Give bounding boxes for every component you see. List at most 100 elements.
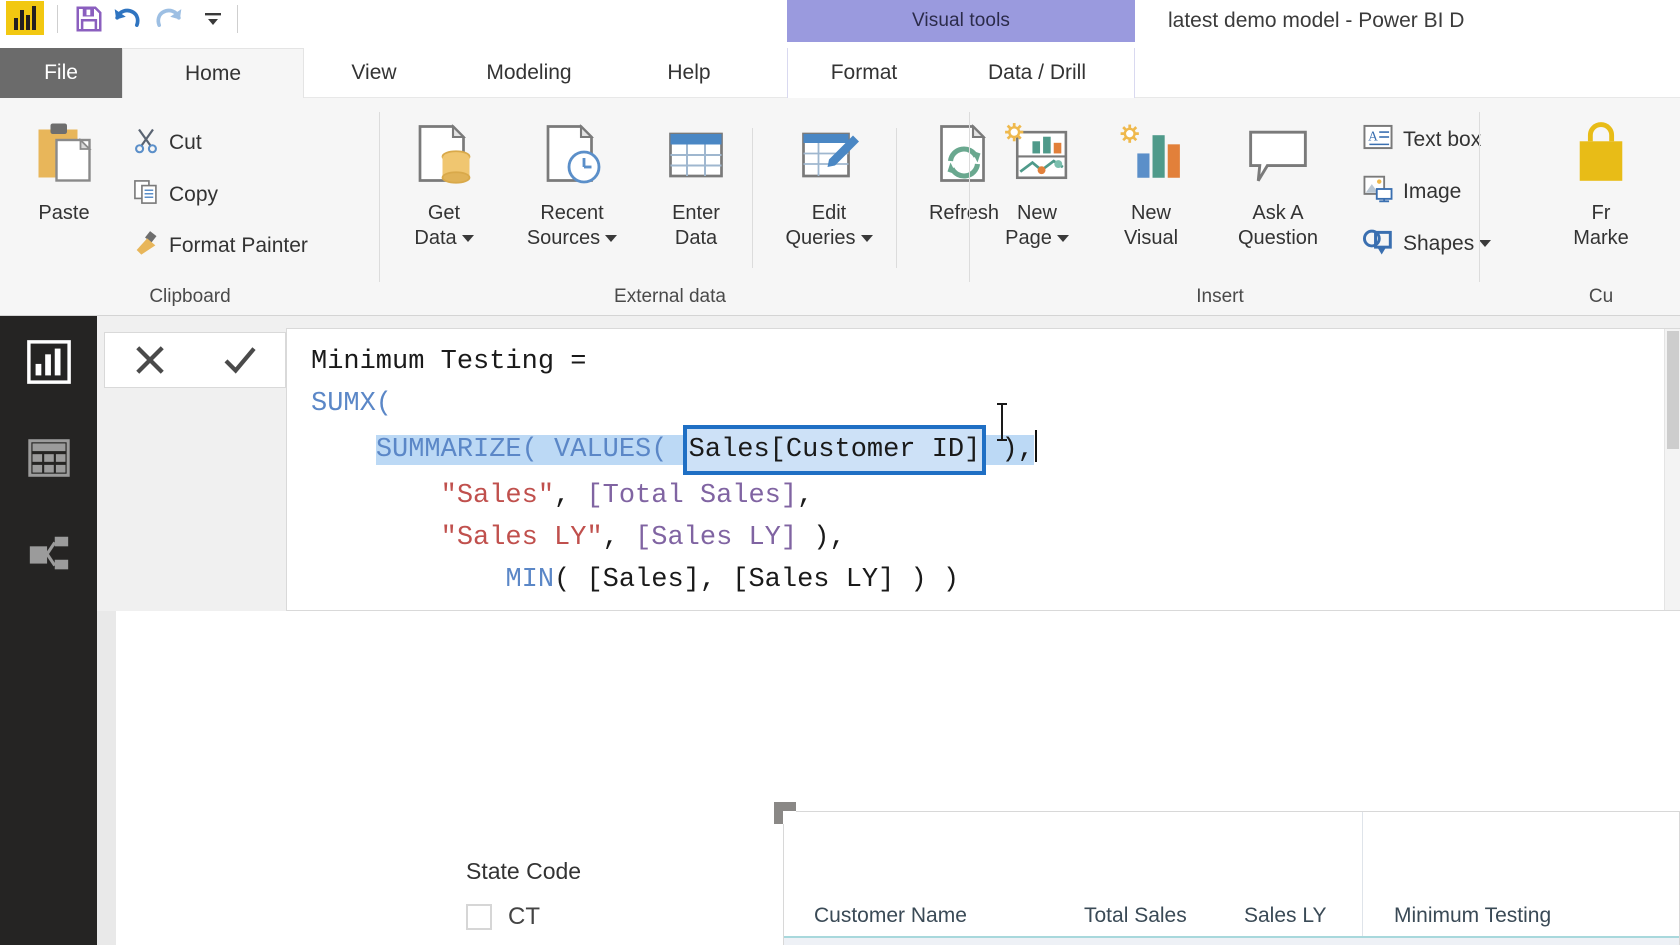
- new-page-label-2: Page: [1005, 226, 1069, 251]
- get-data-button[interactable]: Get Data: [390, 120, 498, 251]
- ribbon-group-custom-visuals: Fr Marke Cu: [1480, 98, 1680, 316]
- tab-modeling[interactable]: Modeling: [444, 48, 614, 98]
- formula-editor-scrollbar[interactable]: [1664, 329, 1680, 610]
- dax-measure-name: Minimum Testing =: [311, 347, 587, 377]
- ask-a-question-button[interactable]: Ask A Question: [1210, 120, 1346, 251]
- state-code-slicer: State Code CT FL: [466, 858, 581, 945]
- dax-token-min: MIN: [505, 565, 555, 595]
- shapes-icon: [1362, 226, 1394, 261]
- table-visual[interactable]: Customer Name Total Sales Sales LY Minim…: [774, 802, 1680, 945]
- dax-formula-editor[interactable]: Minimum Testing = SUMX( SUMMARIZE( VALUE…: [286, 328, 1680, 611]
- recent-sources-label-2: Sources: [527, 226, 618, 251]
- contextual-tab-group-label: Visual tools: [787, 0, 1135, 42]
- column-header-sales-ly[interactable]: Sales LY: [1244, 904, 1327, 928]
- format-painter-button[interactable]: Format Painter: [132, 229, 308, 262]
- scissors-icon: [132, 126, 160, 159]
- format-painter-label: Format Painter: [169, 233, 308, 257]
- dax-formula-text: Minimum Testing = SUMX( SUMMARIZE( VALUE…: [311, 341, 1037, 601]
- view-switcher-rail: [0, 316, 97, 945]
- table-header-row: Customer Name Total Sales Sales LY Minim…: [784, 886, 1679, 938]
- cancel-formula-button[interactable]: [105, 339, 195, 381]
- group-inner-divider-2: [896, 128, 897, 268]
- tab-file[interactable]: File: [0, 48, 122, 98]
- cut-button[interactable]: Cut: [132, 126, 202, 159]
- paste-label: Paste: [38, 202, 90, 224]
- edit-queries-label-1: Edit: [811, 202, 847, 224]
- checkbox-unchecked-icon[interactable]: [466, 904, 492, 930]
- tab-view[interactable]: View: [304, 48, 444, 98]
- get-data-icon: [411, 120, 477, 201]
- new-visual-label-2: Visual: [1123, 227, 1179, 249]
- scrollbar-thumb[interactable]: [1667, 331, 1679, 449]
- column-header-minimum-testing[interactable]: Minimum Testing: [1394, 904, 1551, 928]
- group-label-clipboard: Clipboard: [149, 286, 231, 307]
- new-page-icon: [1002, 120, 1072, 201]
- power-bi-logo-icon: [6, 1, 44, 35]
- shapes-label: Shapes: [1403, 232, 1492, 256]
- tab-home[interactable]: Home: [122, 48, 304, 98]
- ask-question-label-2: Question: [1237, 227, 1319, 249]
- new-visual-button[interactable]: New Visual: [1098, 120, 1204, 251]
- text-box-label: Text box: [1403, 127, 1482, 151]
- edit-queries-icon: [796, 120, 862, 201]
- new-page-button[interactable]: New Page: [982, 120, 1092, 251]
- table-grid-icon: [26, 435, 72, 486]
- get-data-label-2: Data: [414, 226, 474, 251]
- dax-selected-range: SUMMARIZE( VALUES( Sales[Customer ID] ),: [375, 425, 1034, 475]
- dax-token-comma: ,: [554, 481, 587, 511]
- ask-question-label-1: Ask A: [1252, 202, 1304, 224]
- sidebar-item-report-view[interactable]: [0, 316, 97, 412]
- column-header-customer-name[interactable]: Customer Name: [814, 904, 967, 928]
- commit-formula-button[interactable]: [195, 339, 285, 381]
- save-icon[interactable]: [72, 2, 106, 36]
- sidebar-item-data-view[interactable]: [0, 412, 97, 508]
- group-label-insert: Insert: [1196, 286, 1244, 307]
- sidebar-item-model-view[interactable]: [0, 508, 97, 604]
- chevron-down-icon[interactable]: [461, 235, 474, 243]
- edit-queries-label-2: Queries: [785, 226, 873, 251]
- intellisense-highlight-box[interactable]: Sales[Customer ID]: [682, 425, 987, 475]
- recent-sources-button[interactable]: Recent Sources: [504, 120, 640, 251]
- copy-button[interactable]: Copy: [132, 178, 218, 211]
- ribbon-tab-strip: File Home View Modeling Help Format Data…: [0, 48, 1680, 98]
- cut-label: Cut: [169, 130, 202, 154]
- dax-token-measure-sales-ly: [Sales LY]: [635, 523, 798, 553]
- text-box-icon: A: [1362, 122, 1394, 157]
- dax-token-close-paren-2: ),: [797, 523, 846, 553]
- visual-selection-handle[interactable]: [774, 802, 796, 824]
- enter-data-button[interactable]: Enter Data: [646, 120, 746, 251]
- copy-icon: [132, 178, 160, 211]
- text-box-button[interactable]: A Text box: [1362, 122, 1481, 157]
- copy-label: Copy: [169, 182, 219, 206]
- dax-token-sumx: SUMX(: [311, 389, 393, 419]
- title-bar: Visual tools latest demo model - Power B…: [0, 0, 1680, 48]
- image-button[interactable]: Image: [1362, 174, 1461, 209]
- from-marketplace-button[interactable]: Fr Marke: [1526, 120, 1676, 251]
- ribbon-group-insert: New Page New Visual Ask A Question A Tex…: [970, 98, 1492, 316]
- undo-icon[interactable]: [110, 2, 144, 36]
- customize-quick-access-icon[interactable]: [196, 2, 230, 36]
- dax-token-comma-3: ,: [602, 523, 636, 553]
- recent-sources-label-1: Recent: [540, 202, 604, 224]
- table-row[interactable]: Aaron Cruz 4,758 7,670: [784, 938, 1679, 945]
- dax-token-summarize-values: SUMMARIZE( VALUES(: [375, 435, 684, 465]
- chevron-down-icon[interactable]: [1056, 235, 1069, 243]
- group-inner-divider: [752, 128, 753, 268]
- new-visual-label-1: New: [1130, 202, 1171, 224]
- column-header-total-sales[interactable]: Total Sales: [1084, 904, 1187, 928]
- redo-icon[interactable]: [152, 2, 186, 36]
- tab-help[interactable]: Help: [614, 48, 764, 98]
- edit-queries-button[interactable]: Edit Queries: [766, 120, 892, 251]
- shapes-button[interactable]: Shapes: [1362, 226, 1492, 261]
- tab-data-drill[interactable]: Data / Drill: [940, 48, 1134, 98]
- table-icon: [663, 120, 729, 201]
- chevron-down-icon[interactable]: [860, 235, 873, 243]
- chevron-down-icon[interactable]: [605, 235, 618, 243]
- slicer-item-ct[interactable]: CT: [466, 903, 581, 931]
- image-icon: [1362, 174, 1394, 209]
- power-bi-desktop-window: Visual tools latest demo model - Power B…: [0, 0, 1680, 945]
- tab-format[interactable]: Format: [788, 48, 940, 98]
- contextual-tab-group: Format Data / Drill: [787, 48, 1135, 98]
- slicer-item-label: CT: [508, 903, 540, 930]
- paste-button[interactable]: Paste: [14, 120, 114, 226]
